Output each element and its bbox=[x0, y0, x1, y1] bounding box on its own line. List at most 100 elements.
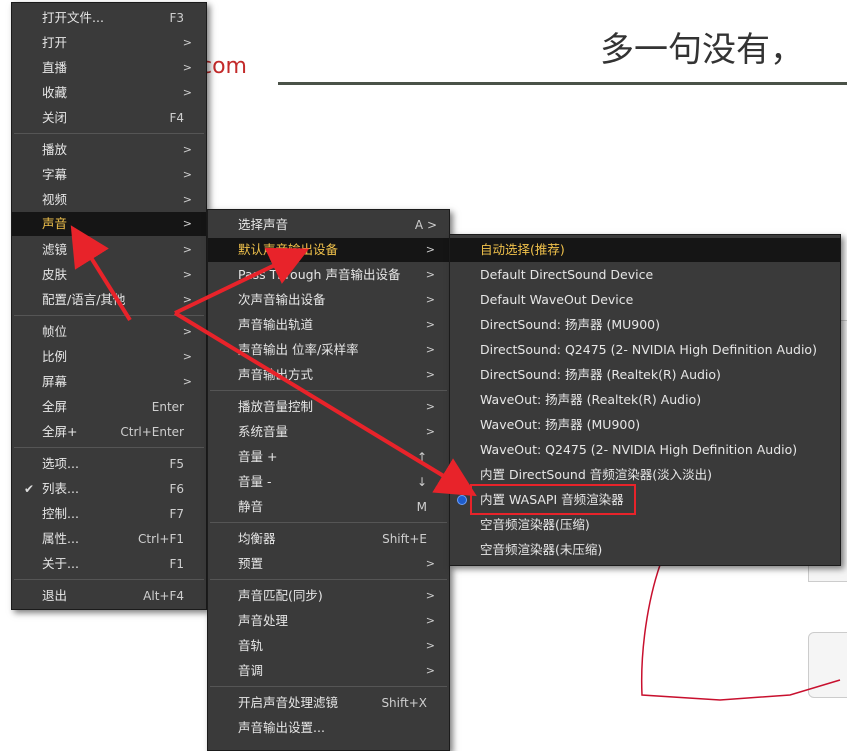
menu-item-label: 打开 bbox=[42, 35, 68, 50]
menu-item-shortcut: F5 bbox=[169, 457, 184, 471]
submenu-arrow-icon: > bbox=[182, 86, 192, 99]
submenu-arrow-icon: > bbox=[425, 425, 435, 438]
menu-item-device[interactable]: 空音频渲染器(未压缩) bbox=[450, 538, 840, 562]
menu-item-secondary-device[interactable]: 次声音输出设备 > bbox=[208, 288, 449, 312]
menu-item-device[interactable]: DirectSound: 扬声器 (MU900) bbox=[450, 313, 840, 337]
menu-item-label: 关于... bbox=[42, 556, 79, 571]
audio-submenu: 选择声音 A > 默认声音输出设备 > Pass Through 声音输出设备 > 次… bbox=[207, 209, 450, 751]
menu-item-play[interactable]: 播放 > bbox=[12, 138, 206, 162]
menu-item-about[interactable]: 关于... F1 bbox=[12, 552, 206, 576]
menu-item-mute[interactable]: 静音 M bbox=[208, 495, 449, 519]
menu-item-label: 比例 bbox=[42, 349, 68, 364]
menu-item-playlist[interactable]: ✔ 列表... F6 bbox=[12, 477, 206, 501]
menu-item-system-volume[interactable]: 系统音量 > bbox=[208, 420, 449, 444]
menu-item-auto-select[interactable]: 自动选择(推荐) bbox=[450, 238, 840, 262]
menu-item-open[interactable]: 打开 > bbox=[12, 31, 206, 55]
menu-item-label: 直播 bbox=[42, 60, 68, 75]
menu-item-volume-control[interactable]: 播放音量控制 > bbox=[208, 395, 449, 419]
menu-item-device[interactable]: Default WaveOut Device bbox=[450, 288, 840, 312]
menu-item-select-audio[interactable]: 选择声音 A > bbox=[208, 213, 449, 237]
menu-item-label: WaveOut: 扬声器 (MU900) bbox=[480, 417, 641, 432]
menu-item-output-mode[interactable]: 声音输出方式 > bbox=[208, 363, 449, 387]
menu-item-label: 内置 DirectSound 音频渲染器(淡入淡出) bbox=[480, 467, 712, 482]
menu-item-label: Default DirectSound Device bbox=[480, 267, 654, 282]
menu-item-device[interactable]: 内置 DirectSound 音频渲染器(淡入淡出) bbox=[450, 463, 840, 487]
menu-item-audio-track[interactable]: 音轨 > bbox=[208, 634, 449, 658]
menu-item-device[interactable]: 空音频渲染器(压缩) bbox=[450, 513, 840, 537]
menu-item-filters[interactable]: 滤镜 > bbox=[12, 238, 206, 262]
menu-item-close[interactable]: 关闭 F4 bbox=[12, 106, 206, 130]
submenu-arrow-icon: > bbox=[182, 193, 192, 206]
submenu-arrow-icon: > bbox=[182, 325, 192, 338]
menu-item-label: 打开文件... bbox=[42, 10, 104, 25]
menu-item-device[interactable]: WaveOut: 扬声器 (MU900) bbox=[450, 413, 840, 437]
menu-item-shortcut: Ctrl+Enter bbox=[120, 425, 184, 439]
menu-item-label: 播放 bbox=[42, 142, 68, 157]
menu-item-control[interactable]: 控制... F7 bbox=[12, 502, 206, 526]
submenu-arrow-icon: > bbox=[425, 268, 435, 281]
menu-item-shortcut: F7 bbox=[169, 507, 184, 521]
arrow-up-icon: ↑ bbox=[416, 450, 427, 464]
menu-item-fullscreen[interactable]: 全屏 Enter bbox=[12, 395, 206, 419]
arrow-down-icon: ↓ bbox=[416, 475, 427, 489]
menu-item-pitch[interactable]: 音调 > bbox=[208, 659, 449, 683]
menu-item-shortcut: F3 bbox=[169, 11, 184, 25]
menu-item-device[interactable]: Default DirectSound Device bbox=[450, 263, 840, 287]
menu-item-label: 声音 bbox=[42, 216, 68, 231]
menu-item-label: 选择声音 bbox=[238, 217, 289, 232]
menu-item-properties[interactable]: 属性... Ctrl+F1 bbox=[12, 527, 206, 551]
menu-item-pass-through-device[interactable]: Pass Through 声音输出设备 > bbox=[208, 263, 449, 287]
menu-item-options[interactable]: 选项... F5 bbox=[12, 452, 206, 476]
menu-item-audio[interactable]: 声音 > bbox=[12, 212, 206, 236]
submenu-arrow-icon: > bbox=[425, 639, 435, 652]
menu-item-equalizer[interactable]: 均衡器 Shift+E bbox=[208, 527, 449, 551]
menu-item-label: DirectSound: 扬声器 (MU900) bbox=[480, 317, 660, 332]
menu-item-skin[interactable]: 皮肤 > bbox=[12, 263, 206, 287]
menu-item-label: 音量 - bbox=[238, 474, 272, 489]
menu-item-label: Default WaveOut Device bbox=[480, 292, 634, 307]
menu-item-wasapi-renderer[interactable]: 内置 WASAPI 音频渲染器 bbox=[450, 488, 840, 512]
menu-item-label: DirectSound: Q2475 (2- NVIDIA High Defin… bbox=[480, 342, 817, 357]
menu-item-enable-audio-filter[interactable]: 开启声音处理滤镜 Shift+X bbox=[208, 691, 449, 715]
menu-item-label: 声音处理 bbox=[238, 613, 289, 628]
menu-item-device[interactable]: WaveOut: 扬声器 (Realtek(R) Audio) bbox=[450, 388, 840, 412]
menu-item-exit[interactable]: 退出 Alt+F4 bbox=[12, 584, 206, 608]
menu-item-live[interactable]: 直播 > bbox=[12, 56, 206, 80]
menu-item-volume-down[interactable]: 音量 - ↓ bbox=[208, 470, 449, 494]
menu-item-bitrate-samplerate[interactable]: 声音输出 位率/采样率 > bbox=[208, 338, 449, 362]
submenu-arrow-icon: > bbox=[425, 557, 435, 570]
menu-item-open-file[interactable]: 打开文件... F3 bbox=[12, 6, 206, 30]
menu-separator bbox=[14, 315, 204, 316]
menu-separator bbox=[210, 579, 447, 580]
menu-item-device[interactable]: DirectSound: 扬声器 (Realtek(R) Audio) bbox=[450, 363, 840, 387]
menu-item-video[interactable]: 视频 > bbox=[12, 188, 206, 212]
menu-item-shortcut: F1 bbox=[169, 557, 184, 571]
menu-item-device[interactable]: WaveOut: Q2475 (2- NVIDIA High Definitio… bbox=[450, 438, 840, 462]
menu-item-output-track[interactable]: 声音输出轨道 > bbox=[208, 313, 449, 337]
menu-item-audio-output-settings[interactable]: 声音输出设置... bbox=[208, 716, 449, 740]
menu-item-ratio[interactable]: 比例 > bbox=[12, 345, 206, 369]
menu-item-audio-sync[interactable]: 声音匹配(同步) > bbox=[208, 584, 449, 608]
menu-item-default-output-device[interactable]: 默认声音输出设备 > bbox=[208, 238, 449, 262]
menu-item-label: 全屏 bbox=[42, 399, 68, 414]
menu-item-config[interactable]: 配置/语言/其他 > bbox=[12, 288, 206, 312]
menu-separator bbox=[210, 522, 447, 523]
menu-item-fullscreen-plus[interactable]: 全屏+ Ctrl+Enter bbox=[12, 420, 206, 444]
menu-item-screen[interactable]: 屏幕 > bbox=[12, 370, 206, 394]
menu-item-label: 滤镜 bbox=[42, 242, 68, 257]
menu-item-favorites[interactable]: 收藏 > bbox=[12, 81, 206, 105]
submenu-arrow-icon: > bbox=[182, 217, 192, 230]
menu-item-frame[interactable]: 帧位 > bbox=[12, 320, 206, 344]
submenu-arrow-icon: > bbox=[425, 343, 435, 356]
menu-item-shortcut: M bbox=[416, 500, 427, 514]
menu-item-label: 默认声音输出设备 bbox=[238, 242, 339, 257]
menu-item-presets[interactable]: 预置 > bbox=[208, 552, 449, 576]
menu-item-audio-processing[interactable]: 声音处理 > bbox=[208, 609, 449, 633]
menu-item-label: 静音 bbox=[238, 499, 264, 514]
menu-item-subtitles[interactable]: 字幕 > bbox=[12, 163, 206, 187]
menu-item-shortcut: F6 bbox=[169, 482, 184, 496]
menu-item-device[interactable]: DirectSound: Q2475 (2- NVIDIA High Defin… bbox=[450, 338, 840, 362]
menu-item-label: 内置 WASAPI 音频渲染器 bbox=[480, 492, 624, 507]
menu-item-volume-up[interactable]: 音量 + ↑ bbox=[208, 445, 449, 469]
output-device-submenu: 自动选择(推荐) Default DirectSound Device Defa… bbox=[449, 234, 841, 566]
